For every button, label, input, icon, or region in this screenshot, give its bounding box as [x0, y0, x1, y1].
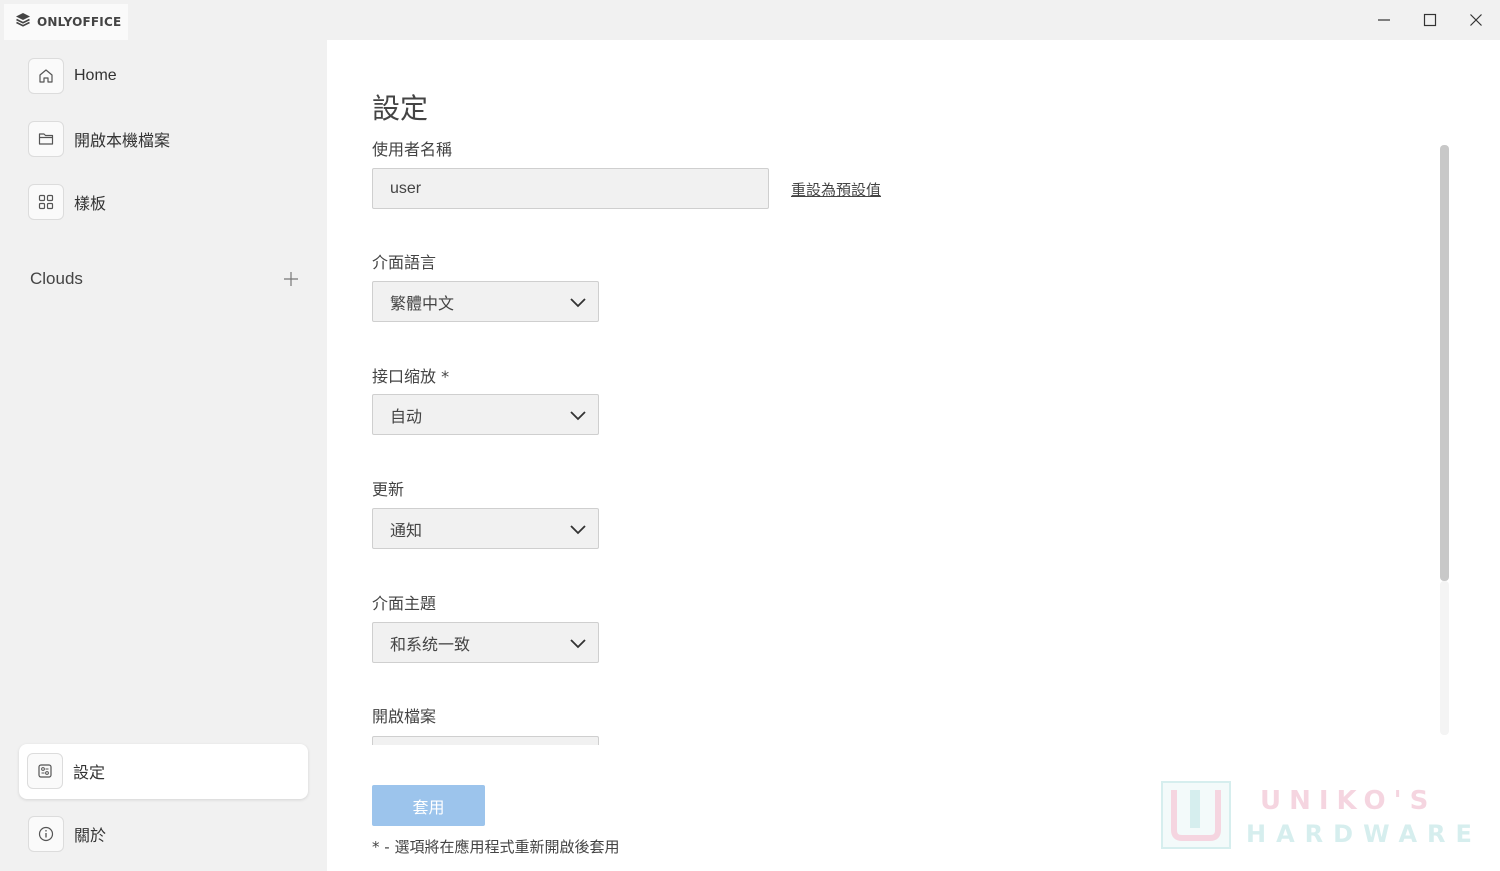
reset-default-link[interactable]: 重設為預設值 — [791, 179, 881, 200]
chevron-down-icon — [570, 297, 586, 307]
update-select[interactable]: 通知 — [372, 508, 599, 549]
username-label: 使用者名稱 — [372, 140, 453, 159]
minimize-icon — [1378, 19, 1390, 21]
chevron-down-icon — [570, 638, 586, 648]
sidebar-item-label: 關於 — [74, 828, 107, 845]
folder-icon — [28, 121, 64, 157]
scrollbar-thumb[interactable] — [1440, 145, 1449, 581]
select-value: 繁體中文 — [390, 293, 455, 313]
scrollbar-track[interactable] — [1440, 581, 1449, 735]
clouds-label: Clouds — [30, 269, 83, 288]
home-icon — [28, 58, 64, 94]
title-bar: ONLYOFFICE — [0, 0, 1500, 40]
watermark: UNIKO'S HARDWARE — [1160, 780, 1472, 852]
brand-name: ONLYOFFICE — [37, 15, 122, 29]
sidebar-item-settings-row: 設定 — [27, 753, 105, 789]
watermark-line2: HARDWARE — [1246, 820, 1482, 848]
username-input[interactable] — [372, 168, 769, 209]
onlyoffice-logo-icon — [14, 11, 32, 34]
sidebar: Home 開啟本機檔案 樣板 Clouds 設定 關於 — [0, 40, 327, 871]
close-button[interactable] — [1453, 0, 1499, 40]
sidebar-item-settings[interactable]: 設定 — [19, 744, 308, 799]
sidebar-item-label: Home — [74, 67, 117, 84]
select-value: 通知 — [390, 520, 423, 540]
sidebar-item-about[interactable]: 關於 — [28, 816, 106, 852]
chevron-down-icon — [570, 524, 586, 534]
select-value: 和系统一致 — [390, 634, 471, 654]
open-file-select[interactable] — [372, 736, 599, 745]
add-cloud-button[interactable] — [282, 270, 300, 288]
watermark-logo-icon — [1161, 781, 1231, 849]
sidebar-item-label: 開啟本機檔案 — [74, 133, 171, 150]
minimize-button[interactable] — [1361, 0, 1407, 40]
scaling-label: 接口缩放 * — [372, 367, 450, 386]
language-select[interactable]: 繁體中文 — [372, 281, 599, 322]
close-icon — [1470, 14, 1482, 26]
info-icon — [28, 816, 64, 852]
scaling-select[interactable]: 自动 — [372, 394, 599, 435]
watermark-line1: UNIKO'S — [1260, 786, 1437, 816]
settings-panel: 設定 使用者名稱 重設為預設值 介面語言 繁體中文 接口缩放 * 自动 更新 通… — [327, 40, 1500, 871]
language-label: 介面語言 — [372, 253, 437, 272]
sidebar-item-open-local[interactable]: 開啟本機檔案 — [28, 121, 170, 157]
clouds-section: Clouds — [30, 269, 300, 289]
select-value: 自动 — [390, 406, 423, 426]
maximize-button[interactable] — [1407, 0, 1453, 40]
sidebar-item-label: 設定 — [73, 765, 106, 782]
sidebar-item-templates[interactable]: 樣板 — [28, 184, 106, 220]
maximize-icon — [1423, 13, 1437, 27]
open-file-label: 開啟檔案 — [372, 707, 437, 726]
plus-icon — [284, 272, 298, 286]
update-label: 更新 — [372, 480, 405, 499]
grid-icon — [28, 184, 64, 220]
restart-note: * - 選項將在應用程式重新開啟後套用 — [372, 838, 620, 856]
chevron-down-icon — [570, 410, 586, 420]
sidebar-item-label: 樣板 — [74, 196, 107, 213]
theme-select[interactable]: 和系统一致 — [372, 622, 599, 663]
apply-button[interactable]: 套用 — [372, 785, 485, 826]
sidebar-item-home[interactable]: Home — [28, 58, 117, 94]
settings-icon — [27, 753, 63, 789]
app-tab[interactable]: ONLYOFFICE — [4, 4, 128, 40]
page-title: 設定 — [372, 92, 429, 125]
theme-label: 介面主題 — [372, 594, 437, 613]
